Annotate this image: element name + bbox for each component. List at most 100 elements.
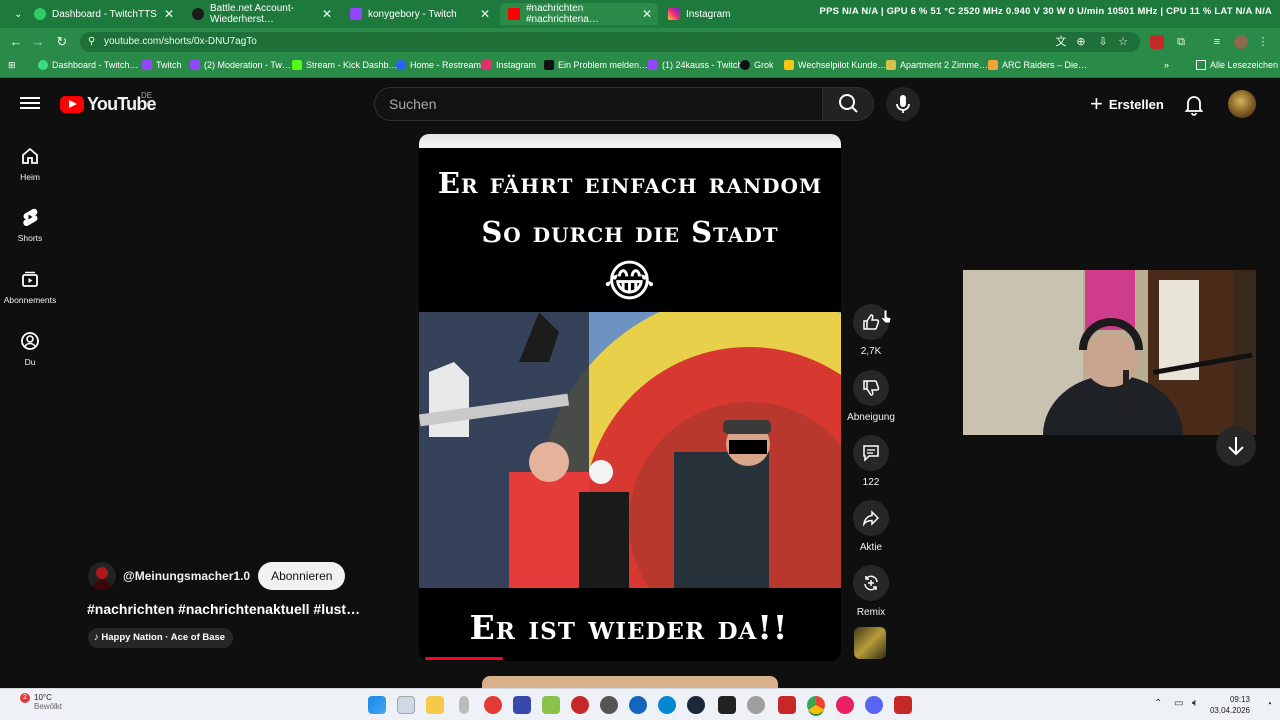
- video-hashtags[interactable]: #nachrichten #nachrichtenaktuell #lust…: [87, 601, 360, 617]
- bookmark-item[interactable]: Ein Problem melden…: [544, 60, 648, 70]
- close-tab-icon[interactable]: ✕: [164, 7, 174, 21]
- notifications-bell-icon[interactable]: [1182, 92, 1206, 116]
- stream-tool-icon[interactable]: [894, 696, 912, 714]
- windows-start-icon[interactable]: [368, 696, 386, 714]
- subscribe-button[interactable]: Abonnieren: [258, 562, 346, 590]
- dislike-button[interactable]: Abneigung: [846, 370, 896, 423]
- opera-icon[interactable]: [836, 696, 854, 714]
- shorts-video-player[interactable]: Er fährt einfach random So durch die Sta…: [419, 134, 841, 661]
- red-app-icon[interactable]: [484, 696, 502, 714]
- install-icon[interactable]: ⇩: [1096, 35, 1110, 49]
- file-explorer-icon[interactable]: [426, 696, 444, 714]
- bookmark-item[interactable]: Wechselpilot Kunde…: [784, 60, 886, 70]
- youtube-logo[interactable]: YouTube DE: [60, 91, 157, 115]
- battlenet-icon[interactable]: [629, 696, 647, 714]
- extensions-puzzle-icon[interactable]: ⧉: [1174, 35, 1188, 49]
- share-button[interactable]: Aktie: [846, 500, 896, 553]
- youtube-header: YouTube DE Suchen + Erstellen: [0, 80, 1280, 128]
- weather-widget[interactable]: 2 10°C Bewölkt: [14, 693, 62, 711]
- url-field[interactable]: ⚲ youtube.com/shorts/0x-DNU7agTo: [80, 32, 1140, 52]
- create-button[interactable]: + Erstellen: [1080, 88, 1176, 120]
- bookmark-favicon-icon: [544, 60, 554, 70]
- bookmark-item[interactable]: Grok: [740, 60, 774, 70]
- bookmark-item[interactable]: Home - Restream: [396, 60, 481, 70]
- browser-menu-icon[interactable]: ⋮: [1256, 35, 1270, 49]
- bookmarks-overflow-icon[interactable]: »: [1164, 60, 1169, 70]
- close-tab-icon[interactable]: ✕: [480, 7, 490, 21]
- search-button[interactable]: [822, 87, 874, 121]
- clock-date: 03.04.2026: [1209, 706, 1250, 715]
- network-icon[interactable]: ▭: [1174, 698, 1183, 709]
- bookmark-item[interactable]: Apartment 2 Zimme…: [886, 60, 988, 70]
- notification-center-icon[interactable]: ◔: [1266, 699, 1272, 710]
- chrome-icon[interactable]: [807, 696, 825, 714]
- bookmark-item[interactable]: Twitch: [142, 60, 182, 70]
- bookmark-item[interactable]: ARC Raiders – Die…: [988, 60, 1087, 70]
- tab-5[interactable]: Instagram: [660, 3, 780, 25]
- all-bookmarks-folder[interactable]: Alle Lesezeichen: [1196, 60, 1278, 70]
- extension-icon[interactable]: [1150, 35, 1164, 49]
- bookmark-item[interactable]: Dashboard - Twitch…: [38, 60, 138, 70]
- layers-app-icon[interactable]: [542, 696, 560, 714]
- account-avatar[interactable]: [1228, 90, 1256, 118]
- tab-label: #nachrichten #nachrichtena…: [526, 3, 599, 25]
- stream-app-icon[interactable]: [778, 696, 796, 714]
- bookmark-item[interactable]: (2) Moderation - Tw…: [190, 60, 291, 70]
- bookmark-label: (1) 24kauss - Twitch: [662, 60, 743, 70]
- music-title: Happy Nation · Ace of Base: [101, 632, 226, 643]
- bookmark-item[interactable]: Instagram: [482, 60, 536, 70]
- forward-icon[interactable]: →: [30, 34, 46, 50]
- tab-4-active[interactable]: #nachrichten #nachrichtena… ✕: [500, 3, 658, 25]
- sidebar-item-subscriptions[interactable]: Abonnements: [0, 269, 60, 305]
- sidebar-item-home[interactable]: Heim: [0, 146, 60, 182]
- media-control-icon[interactable]: ≡: [1210, 35, 1224, 49]
- zoom-icon[interactable]: ⊕: [1074, 35, 1088, 49]
- folder-icon: [1196, 60, 1206, 70]
- music-pill[interactable]: ♪ Happy Nation · Ace of Base: [88, 628, 234, 648]
- sidebar-item-shorts[interactable]: Shorts: [0, 207, 60, 243]
- taskbar-clock[interactable]: 09:13 03.04.2026: [1210, 694, 1250, 716]
- translate-icon[interactable]: 文: [1054, 35, 1068, 49]
- edge-app-icon[interactable]: [658, 696, 676, 714]
- recorder-app-icon[interactable]: [571, 696, 589, 714]
- video-progress-bar[interactable]: [425, 657, 503, 660]
- voice-search-button[interactable]: [886, 87, 920, 121]
- remix-button[interactable]: Remix: [846, 565, 896, 618]
- sound-album-art[interactable]: [854, 627, 886, 659]
- tab-3[interactable]: konygebory - Twitch ✕: [342, 3, 496, 25]
- bookmark-item[interactable]: Stream - Kick Dashb…: [292, 60, 398, 70]
- channel-avatar[interactable]: [88, 562, 116, 590]
- close-tab-icon[interactable]: ✕: [322, 7, 332, 21]
- mouse-app-icon[interactable]: [459, 696, 469, 714]
- volume-icon[interactable]: 🔈︎: [1192, 697, 1199, 710]
- tab-1[interactable]: Dashboard - TwitchTTS ✕: [26, 3, 180, 25]
- tab-label: konygebory - Twitch: [368, 8, 457, 20]
- back-icon[interactable]: ←: [8, 34, 24, 50]
- search-input[interactable]: Suchen: [374, 87, 822, 121]
- epic-games-icon[interactable]: [718, 696, 736, 714]
- next-video-button[interactable]: [1216, 426, 1256, 466]
- all-bookmarks-label: Alle Lesezeichen: [1210, 60, 1279, 70]
- apps-grid-icon[interactable]: ⊞: [8, 60, 16, 71]
- bookmark-item[interactable]: (1) 24kauss - Twitch: [648, 60, 742, 70]
- comments-button[interactable]: 122: [846, 435, 896, 488]
- channel-name[interactable]: @Meinungsmacher1.0: [123, 569, 250, 583]
- tab-2[interactable]: Battle.net Account-Wiederherst… ✕: [184, 3, 338, 25]
- reload-icon[interactable]: ↻: [54, 34, 70, 50]
- bookmark-label: Twitch: [156, 60, 182, 70]
- tab-favicon-icon: [34, 8, 46, 20]
- tab-list-button[interactable]: ⌄: [6, 3, 22, 25]
- profile-icon[interactable]: [1234, 35, 1248, 49]
- site-info-icon[interactable]: ⚲: [88, 32, 95, 52]
- settings-app-icon[interactable]: [747, 696, 765, 714]
- hamburger-menu-icon[interactable]: [20, 94, 40, 114]
- tray-overflow-icon[interactable]: ⌃: [1154, 698, 1162, 709]
- sidebar-item-you[interactable]: Du: [0, 331, 60, 367]
- bookmark-star-icon[interactable]: ☆: [1116, 35, 1130, 49]
- v-app-icon[interactable]: [513, 696, 531, 714]
- close-tab-icon[interactable]: ✕: [642, 7, 652, 21]
- calculator-icon[interactable]: [397, 696, 415, 714]
- obs-icon[interactable]: [600, 696, 618, 714]
- discord-icon[interactable]: [865, 696, 883, 714]
- steam-icon[interactable]: [687, 696, 705, 714]
